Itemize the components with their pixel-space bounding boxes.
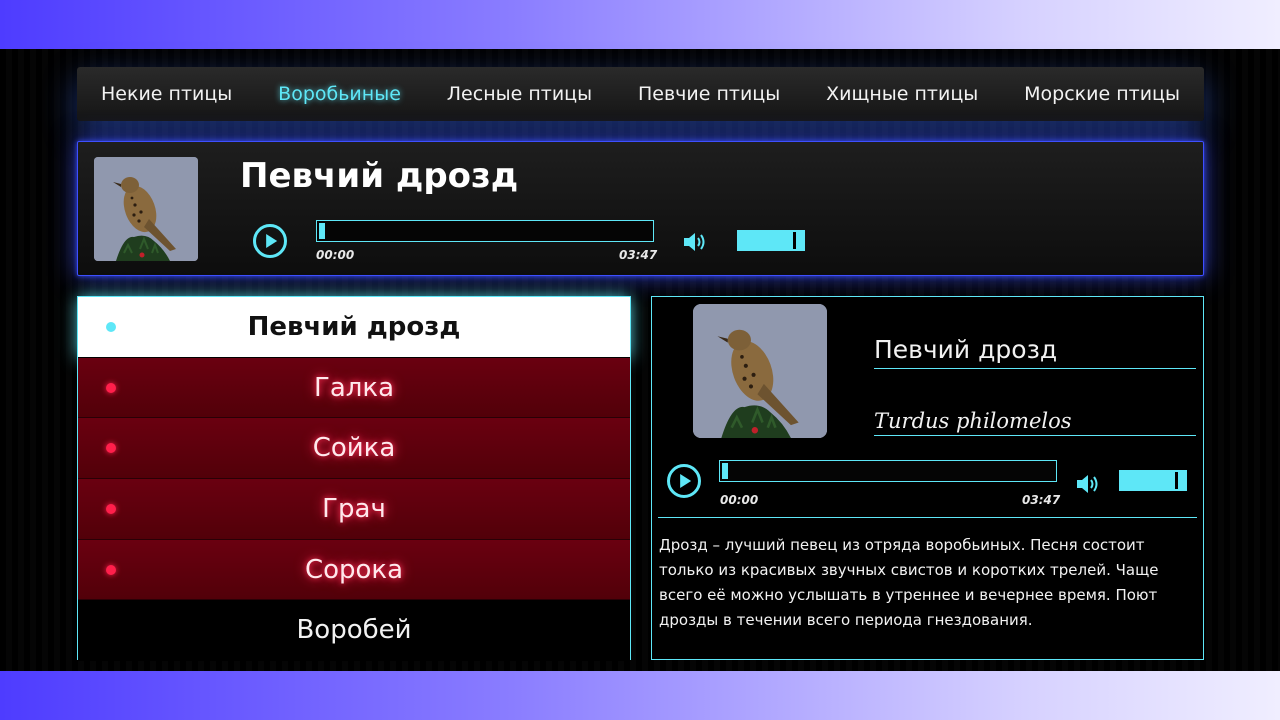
category-nav: Некие птицы Воробьиные Лесные птицы Певч… — [77, 67, 1204, 121]
nav-item-birds-of-prey[interactable]: Хищные птицы — [826, 83, 978, 105]
detail-duration: 03:47 — [1022, 493, 1061, 507]
player-current-time: 00:00 — [316, 248, 355, 262]
detail-bird-name: Певчий дрозд — [874, 335, 1196, 369]
list-item-label: Сорока — [304, 554, 404, 585]
nav-item-sea-birds[interactable]: Морские птицы — [1024, 83, 1180, 105]
divider — [658, 517, 1197, 518]
volume-slider[interactable] — [737, 230, 805, 251]
player-progress-fill — [319, 223, 325, 239]
list-item-jackdaw[interactable]: Галка — [78, 357, 630, 419]
detail-latin-name: Turdus philomelos — [874, 409, 1196, 436]
nav-item-songbirds[interactable]: Певчие птицы — [638, 83, 780, 105]
bird-photo — [94, 157, 198, 261]
list-item-rook[interactable]: Грач — [78, 479, 630, 540]
detail-current-time: 00:00 — [720, 493, 759, 507]
bullet-icon — [106, 443, 116, 454]
bird-photo-large — [693, 304, 827, 438]
detail-volume-slider[interactable] — [1119, 470, 1187, 491]
bird-list: Певчий дрозд Галка Сойка Грач Сорока Вор… — [77, 296, 631, 662]
now-playing-panel: Певчий дрозд 00:00 03:47 — [77, 141, 1204, 276]
detail-progress-bar[interactable] — [719, 460, 1057, 482]
list-item-label: Грач — [322, 493, 386, 524]
list-item-sparrow[interactable]: Воробей — [78, 600, 630, 662]
player-title: Певчий дрозд — [240, 156, 519, 196]
top-gradient-band — [0, 0, 1280, 49]
nav-item-some-birds[interactable]: Некие птицы — [101, 83, 232, 105]
player-progress-bar[interactable] — [316, 220, 654, 242]
list-item-jay[interactable]: Сойка — [78, 418, 630, 480]
list-item-label: Певчий дрозд — [247, 311, 461, 342]
list-item-label: Воробей — [296, 615, 412, 646]
play-icon[interactable] — [667, 464, 701, 498]
bullet-icon — [106, 382, 116, 393]
list-item-label: Галка — [313, 372, 395, 403]
nav-item-forest-birds[interactable]: Лесные птицы — [447, 83, 592, 105]
volume-slider-handle[interactable] — [793, 232, 796, 249]
bird-details-card: Певчий дрозд Turdus philomelos 00:00 03:… — [651, 296, 1204, 660]
bullet-icon — [106, 321, 116, 332]
nav-item-passerines[interactable]: Воробьиные — [278, 83, 401, 105]
player-duration: 03:47 — [619, 248, 658, 262]
volume-icon[interactable] — [1075, 473, 1101, 499]
list-item-magpie[interactable]: Сорока — [78, 539, 630, 601]
detail-progress-fill — [722, 463, 728, 479]
list-item-label: Сойка — [312, 433, 396, 464]
bullet-icon — [106, 564, 116, 575]
bottom-gradient-band — [0, 671, 1280, 720]
bullet-icon — [106, 503, 116, 514]
volume-icon[interactable] — [682, 231, 708, 257]
detail-description: Дрозд – лучший певец из отряда воробьины… — [659, 536, 1159, 629]
volume-slider-handle[interactable] — [1175, 472, 1178, 489]
list-item-song-thrush[interactable]: Певчий дрозд — [78, 297, 630, 358]
play-icon[interactable] — [253, 224, 287, 258]
